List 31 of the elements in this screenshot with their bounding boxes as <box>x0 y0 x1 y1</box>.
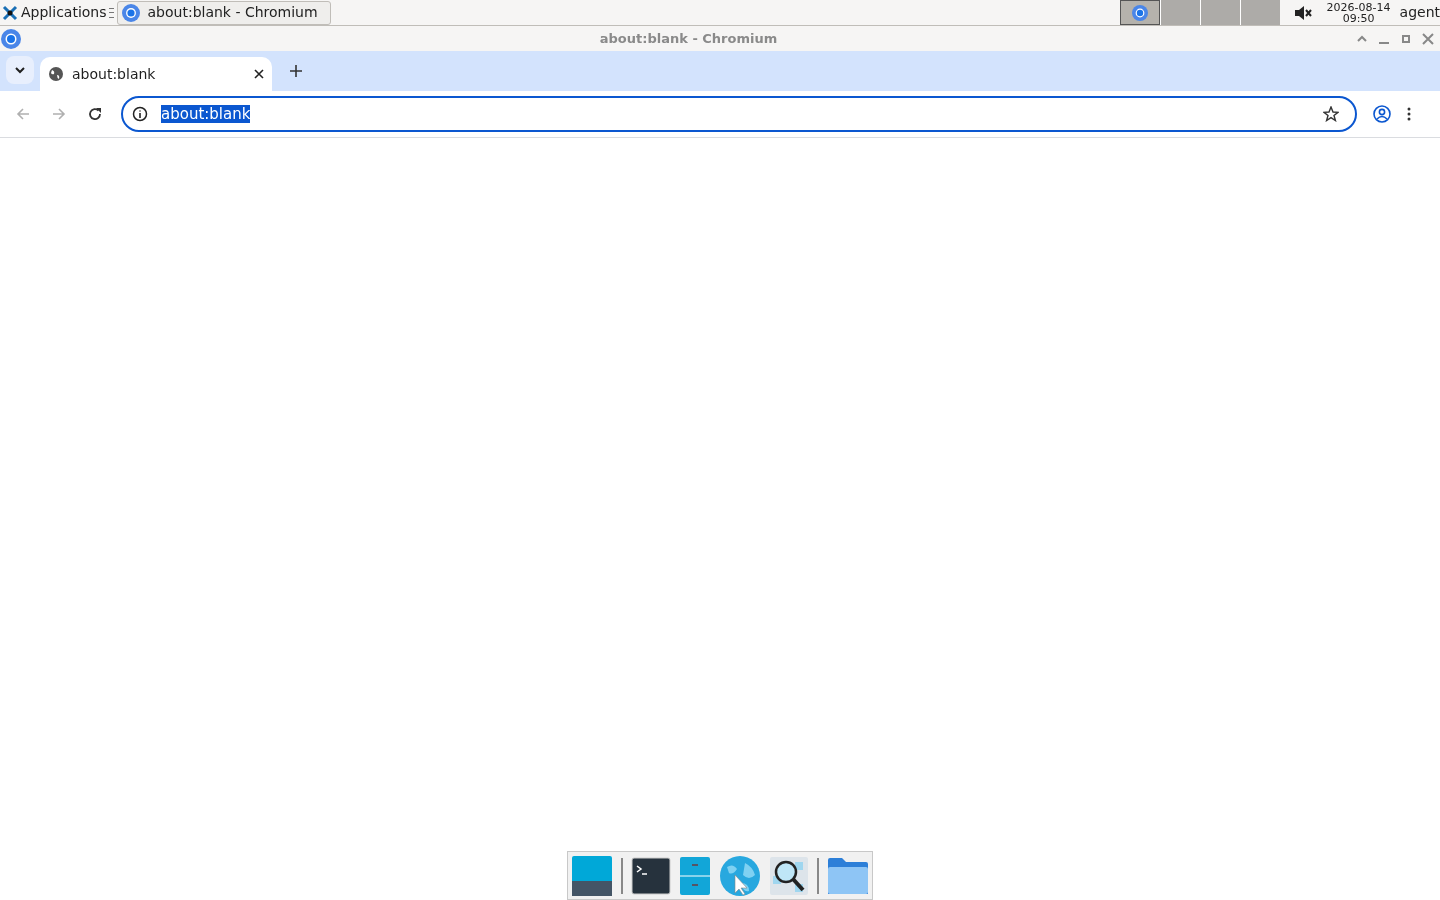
window-title: about:blank - Chromium <box>599 29 778 48</box>
chevron-down-icon <box>14 66 26 74</box>
tab-title: about:blank <box>72 64 157 84</box>
url-text: about:blank <box>161 105 251 123</box>
info-icon[interactable] <box>132 106 148 122</box>
tab-search-button[interactable] <box>6 56 34 84</box>
browser-tab[interactable]: about:blank <box>40 57 272 91</box>
desktop-icon[interactable] <box>571 854 613 897</box>
chromium-logo-icon <box>1131 4 1148 21</box>
folder-icon[interactable] <box>827 855 869 896</box>
bookmark-star-icon[interactable] <box>1323 106 1339 122</box>
maximize-icon[interactable] <box>1400 32 1412 45</box>
reload-icon[interactable] <box>87 106 103 122</box>
plus-icon <box>290 65 302 77</box>
search-magnifier-icon[interactable] <box>769 855 809 896</box>
clock[interactable]: 2026-08-14 09:50 <box>1325 1 1392 24</box>
profile-icon[interactable] <box>1373 105 1391 123</box>
terminal-icon[interactable] <box>631 856 671 895</box>
workspace-switcher[interactable] <box>1119 0 1160 25</box>
taskbar-window-button[interactable]: about:blank - Chromium <box>116 0 331 25</box>
address-bar[interactable]: about:blank <box>121 96 1357 132</box>
muted-speaker-icon[interactable] <box>1293 5 1312 20</box>
menu-icon[interactable] <box>1407 107 1411 121</box>
globe-icon <box>48 66 64 82</box>
app-menu-icon[interactable] <box>2 4 18 21</box>
applications-menu[interactable]: Applications <box>21 2 107 23</box>
user-name[interactable]: agent <box>1399 2 1440 23</box>
close-icon[interactable] <box>254 69 264 79</box>
chromium-logo-icon <box>121 3 140 22</box>
separator-handle-icon <box>108 7 114 18</box>
globe-icon[interactable] <box>719 854 761 897</box>
